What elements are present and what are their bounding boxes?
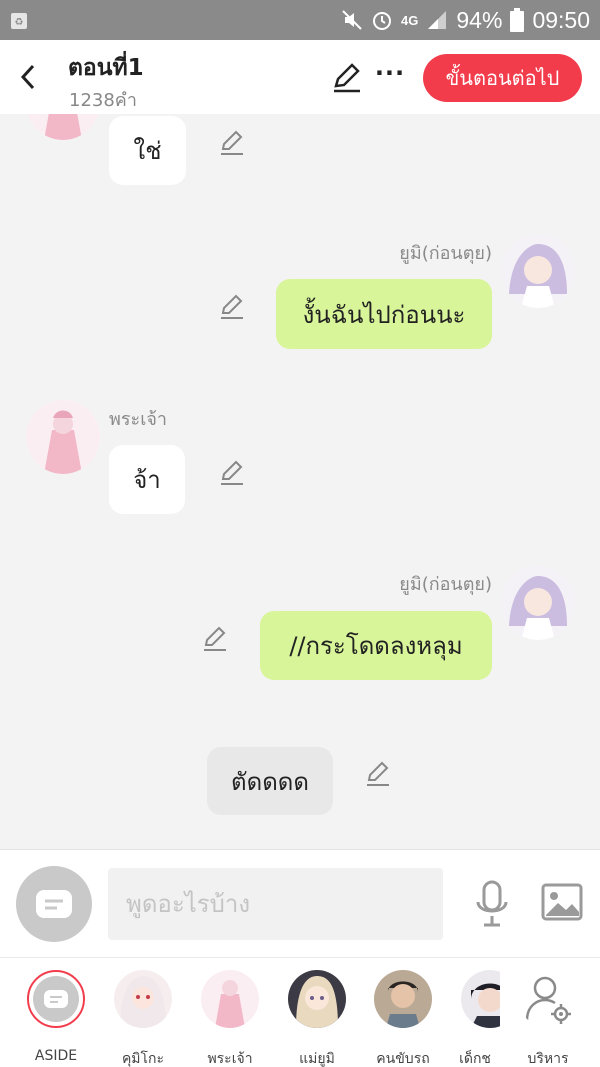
character-avatar: [201, 970, 259, 1028]
message-input[interactable]: [108, 868, 443, 940]
character-label: ASIDE: [34, 1048, 78, 1064]
speaker-name: พระเจ้า: [109, 409, 168, 430]
manage-avatar: [519, 970, 577, 1028]
app-header: ตอนที่1 1238คำ ··· ขั้นตอนต่อไป: [0, 40, 600, 114]
avatar-purple-hair-image: [501, 234, 575, 308]
character-kid[interactable]: เด็กช: [450, 968, 500, 1064]
message-icon: [36, 890, 72, 918]
microphone-icon[interactable]: [472, 880, 512, 928]
chat-area[interactable]: ใช่ ยูมิ(ก่อนตุย) งั้นฉันไปก่อนนะ พระเจ้…: [0, 114, 600, 849]
edit-message-icon[interactable]: [218, 292, 246, 320]
character-label: พระเจ้า: [207, 1051, 253, 1067]
character-aside[interactable]: ASIDE: [16, 968, 96, 1064]
recycle-icon: ♻: [11, 13, 27, 29]
man-portrait-image: [374, 970, 432, 1028]
character-label: คนขับรถ: [376, 1051, 430, 1067]
back-button[interactable]: [10, 57, 46, 97]
speaker-name: ยูมิ(ก่อนตุย): [399, 574, 492, 595]
character-label: บริหาร: [527, 1051, 569, 1067]
avatar-god[interactable]: [26, 400, 100, 474]
more-options-button[interactable]: ···: [372, 60, 408, 94]
message-bubble[interactable]: ใช่: [109, 116, 186, 185]
character-kumiko[interactable]: คุมิโกะ: [103, 968, 183, 1067]
character-avatar: [374, 970, 432, 1028]
edit-message-icon[interactable]: [218, 128, 246, 156]
edit-message-icon[interactable]: [201, 624, 229, 652]
character-god[interactable]: พระเจ้า: [190, 968, 270, 1067]
network-type: 4G: [401, 12, 419, 28]
avatar-god[interactable]: [26, 114, 100, 140]
character-avatar: [288, 970, 346, 1028]
signal-icon: [428, 11, 447, 29]
chevron-left-icon: [20, 64, 35, 90]
pink-kimono-image: [201, 970, 259, 1028]
avatar-yumi[interactable]: [501, 234, 575, 308]
character-label: แม่ยูมิ: [299, 1051, 335, 1067]
chat-mode-button[interactable]: [16, 866, 92, 942]
message-bubble[interactable]: งั้นฉันไปก่อนนะ: [276, 279, 492, 349]
aside-message-icon: [33, 976, 79, 1022]
status-bar: ♻ 4G 94% 09:50: [0, 0, 600, 40]
status-icons: 4G 94% 09:50: [341, 0, 590, 40]
character-driver[interactable]: คนขับรถ: [363, 968, 443, 1067]
svg-text:♻: ♻: [15, 17, 24, 28]
message-input-bar: [0, 849, 600, 957]
next-step-button[interactable]: ขั้นตอนต่อไป: [423, 54, 582, 102]
message-bubble[interactable]: จ้า: [109, 445, 185, 514]
avatar-yumi[interactable]: [501, 566, 575, 640]
character-avatar: [114, 970, 172, 1028]
manage-characters-button[interactable]: บริหาร: [508, 968, 588, 1067]
avatar-pink-kimono-image: [26, 400, 100, 474]
character-avatar: [461, 970, 500, 1028]
speaker-name: ยูมิ(ก่อนตุย): [399, 243, 492, 264]
battery-percent: 94%: [456, 6, 503, 33]
character-label: เด็กช: [459, 1051, 491, 1064]
mute-icon: [342, 10, 362, 30]
alarm-icon: [373, 12, 392, 30]
aside-bubble[interactable]: ตัดดดด: [207, 747, 333, 815]
person-gear-icon: [525, 976, 571, 1024]
boy-portrait-image: [461, 970, 500, 1028]
message-bubble[interactable]: //กระโดดลงหลุม: [260, 611, 492, 680]
edit-message-icon[interactable]: [218, 458, 246, 486]
blonde-woman-image: [288, 970, 346, 1028]
word-count: 1238คำ: [69, 90, 137, 111]
character-yumi-mother[interactable]: แม่ยูมิ: [277, 968, 357, 1067]
avatar-pink-kimono-image: [26, 114, 100, 140]
episode-title: ตอนที่1: [68, 55, 144, 81]
edit-pen-icon[interactable]: [330, 60, 364, 94]
edit-message-icon[interactable]: [364, 759, 392, 787]
image-icon[interactable]: [540, 880, 584, 924]
clock: 09:50: [532, 6, 590, 33]
aside-avatar: [27, 970, 85, 1028]
character-bar: ASIDE คุมิโกะ พระเจ้า แม่ยูมิ คนขับรถ เด…: [0, 957, 600, 1067]
battery-icon: [510, 8, 525, 32]
avatar-purple-hair-image: [501, 566, 575, 640]
white-hair-girl-image: [114, 970, 172, 1028]
character-label: คุมิโกะ: [121, 1051, 165, 1067]
